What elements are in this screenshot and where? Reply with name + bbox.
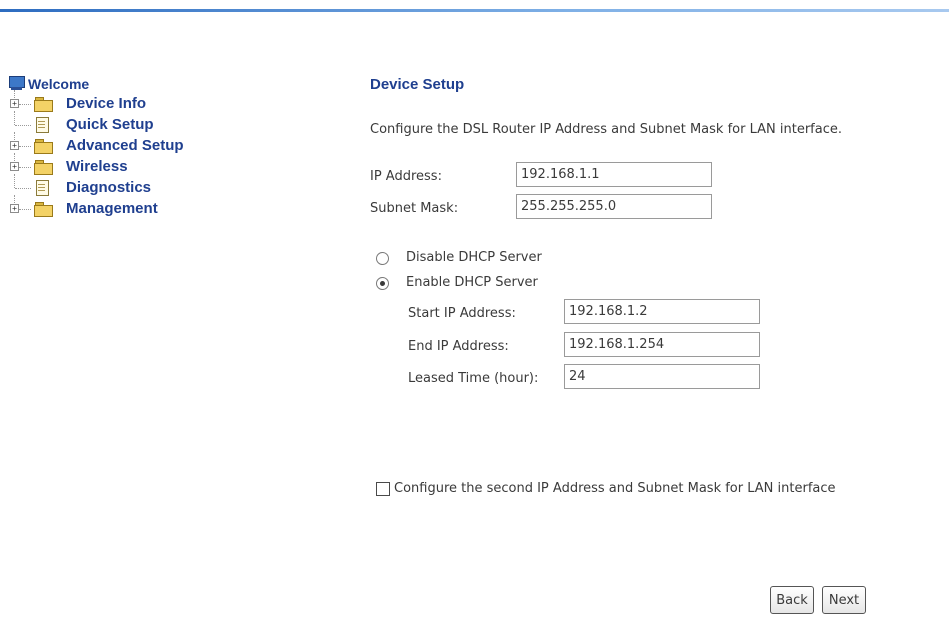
ip-address-label: IP Address:	[370, 169, 442, 184]
second-ip-checkbox-label: Configure the second IP Address and Subn…	[394, 481, 836, 496]
sidebar-root-label[interactable]: Welcome	[28, 74, 89, 94]
enable-dhcp-radio[interactable]	[376, 277, 389, 290]
sidebar-item-wireless[interactable]: + Wireless	[8, 153, 228, 178]
back-button[interactable]: Back	[770, 586, 814, 614]
start-ip-input[interactable]	[564, 299, 760, 324]
expand-plus-icon[interactable]: +	[10, 99, 19, 108]
disable-dhcp-radio[interactable]	[376, 252, 389, 265]
start-ip-label: Start IP Address:	[408, 306, 516, 321]
computer-icon	[8, 76, 25, 91]
lease-time-label: Leased Time (hour):	[408, 371, 539, 386]
folder-icon	[34, 139, 53, 154]
folder-icon	[34, 160, 53, 175]
top-header-bar	[0, 0, 949, 12]
sidebar-item-label[interactable]: Management	[66, 199, 158, 219]
sidebar-item-label[interactable]: Quick Setup	[66, 115, 154, 135]
subnet-mask-input[interactable]	[516, 194, 712, 219]
enable-dhcp-label: Enable DHCP Server	[406, 275, 538, 290]
expand-plus-icon[interactable]: +	[10, 162, 19, 171]
sidebar-item-device-info[interactable]: + Device Info	[8, 90, 228, 115]
next-button[interactable]: Next	[822, 586, 866, 614]
expand-plus-icon[interactable]: +	[10, 204, 19, 213]
sidebar-item-advanced-setup[interactable]: + Advanced Setup	[8, 132, 228, 157]
sidebar-item-management[interactable]: + Management	[8, 195, 228, 220]
sidebar-item-label[interactable]: Device Info	[66, 94, 146, 114]
page-title: Device Setup	[370, 76, 465, 93]
sidebar-item-welcome[interactable]: Welcome	[8, 74, 228, 94]
document-icon	[36, 180, 49, 196]
end-ip-label: End IP Address:	[408, 339, 509, 354]
end-ip-input[interactable]	[564, 332, 760, 357]
sidebar-nav-tree: Welcome + Device Info Quick Setup + Adva…	[8, 74, 228, 220]
sidebar-item-label[interactable]: Wireless	[66, 157, 128, 177]
disable-dhcp-label: Disable DHCP Server	[406, 250, 542, 265]
ip-address-input[interactable]	[516, 162, 712, 187]
second-ip-checkbox[interactable]	[376, 482, 390, 496]
document-icon	[36, 117, 49, 133]
folder-icon	[34, 97, 53, 112]
sidebar-item-label[interactable]: Advanced Setup	[66, 136, 184, 156]
page-description: Configure the DSL Router IP Address and …	[370, 122, 842, 137]
sidebar-item-quick-setup[interactable]: Quick Setup	[8, 111, 228, 136]
lease-time-input[interactable]	[564, 364, 760, 389]
folder-icon	[34, 202, 53, 217]
sidebar-item-label[interactable]: Diagnostics	[66, 178, 151, 198]
subnet-mask-label: Subnet Mask:	[370, 201, 459, 216]
expand-plus-icon[interactable]: +	[10, 141, 19, 150]
sidebar-item-diagnostics[interactable]: Diagnostics	[8, 174, 228, 199]
